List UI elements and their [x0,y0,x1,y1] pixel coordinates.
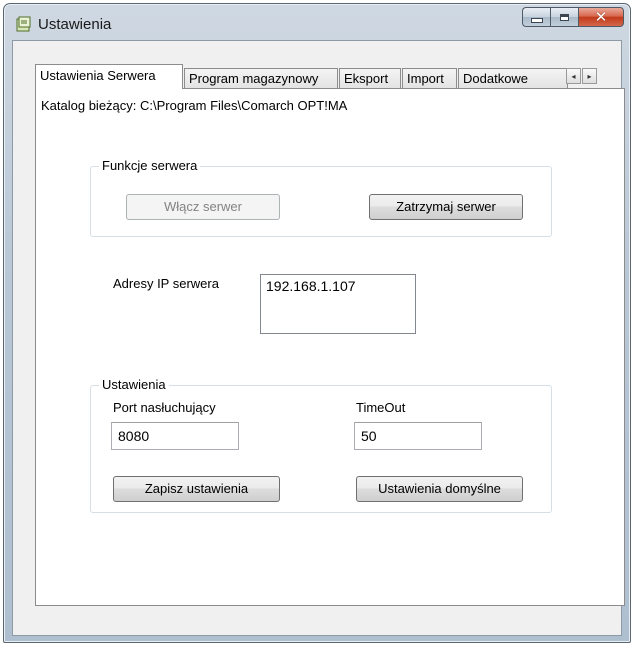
tab-import[interactable]: Import [402,68,457,88]
save-settings-button[interactable]: Zapisz ustawienia [113,476,280,502]
stop-server-button[interactable]: Zatrzymaj serwer [369,194,523,220]
tab-label: Eksport [344,71,389,86]
minimize-button[interactable] [522,7,550,27]
settings-group: Ustawienia Port nasłuchujący 8080 TimeOu… [90,377,552,513]
tab-scroll-buttons: ◂ ▸ [566,68,598,84]
tab-label: Dodatkowe [463,71,529,86]
default-settings-label: Ustawienia domyślne [378,481,501,496]
server-settings-panel: Katalog bieżący: C:\Program Files\Comarc… [35,88,625,606]
ip-addresses-label: Adresy IP serwera [113,276,219,291]
tab-scroll-right-icon[interactable]: ▸ [582,68,597,84]
tab-strip: Ustawienia Serwera Program magazynowy Ek… [35,64,615,89]
timeout-value: 50 [361,428,377,444]
maximize-button[interactable] [550,7,578,27]
tab-scroll-left-icon[interactable]: ◂ [566,68,581,84]
close-icon: ✕ [594,8,608,26]
server-functions-title: Funkcje serwera [99,158,201,173]
settings-group-title: Ustawienia [99,377,169,392]
caption-buttons: ✕ [522,7,624,29]
tab-label: Ustawienia Serwera [40,68,156,83]
close-button[interactable]: ✕ [578,7,624,27]
ip-address-list[interactable]: 192.168.1.107 [260,274,416,334]
tab-warehouse-program[interactable]: Program magazynowy [184,68,338,88]
start-server-label: Włącz serwer [163,199,242,214]
save-settings-label: Zapisz ustawienia [144,481,249,496]
current-directory-label: Katalog bieżący: C:\Program Files\Comarc… [41,98,348,113]
tab-export[interactable]: Eksport [339,68,401,88]
start-server-button[interactable]: Włącz serwer [126,194,280,220]
port-label: Port nasłuchujący [113,400,216,415]
tab-server-settings[interactable]: Ustawienia Serwera [35,64,183,89]
timeout-input[interactable]: 50 [354,422,482,450]
timeout-label: TimeOut [356,400,406,415]
tab-label: Program magazynowy [189,71,319,86]
window-title: Ustawienia [38,16,112,33]
maximize-icon [560,13,569,21]
tab-additional[interactable]: Dodatkowe [458,68,568,88]
title-bar[interactable]: Ustawienia ✕ [4,4,630,40]
tab-label: Import [407,71,444,86]
server-functions-group: Funkcje serwera Włącz serwer Zatrzymaj s… [90,158,552,237]
port-input[interactable]: 8080 [111,422,239,450]
minimize-icon [530,17,543,23]
stop-server-label: Zatrzymaj serwer [396,199,496,214]
port-value: 8080 [118,428,150,444]
default-settings-button[interactable]: Ustawienia domyślne [356,476,523,502]
ip-address-item[interactable]: 192.168.1.107 [266,278,410,294]
app-settings-icon [16,16,31,32]
